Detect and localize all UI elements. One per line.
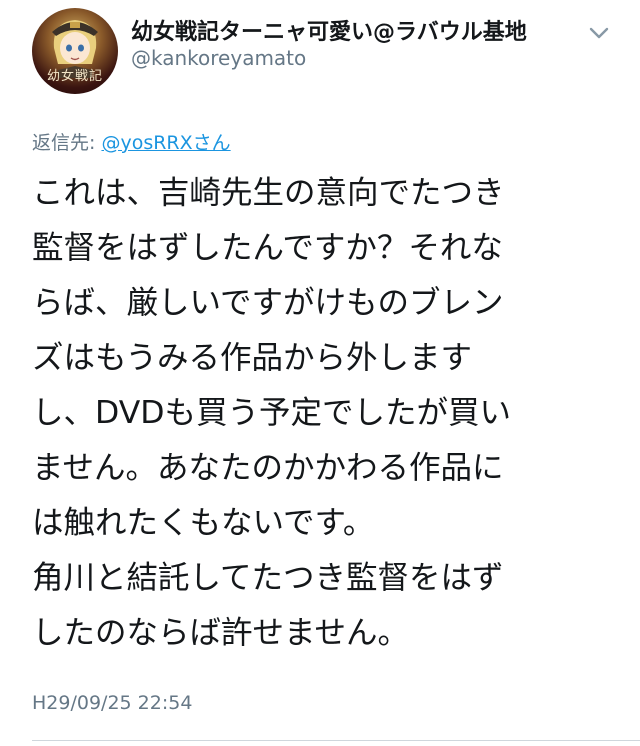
tweet-text-line: ません。あなたのかかわる作品に <box>32 450 504 486</box>
tweet-text: これは、吉崎先生の意向でたつき 監督をはずしたんですか？それな らば、厳しいです… <box>32 166 622 661</box>
tweet-timestamp[interactable]: H29/09/25 22:54 <box>32 692 192 714</box>
tweet-text-line: したのならば許せません。 <box>32 615 410 651</box>
tweet-text-line: し、DVDも買う予定でしたが買い <box>32 395 512 431</box>
reply-to-label: 返信先: <box>32 132 102 154</box>
tweet-text-line: らば、厳しいですがけものブレン <box>32 285 504 321</box>
tweet-text-line: 角川と結託してたつき監督をはず <box>32 560 504 596</box>
avatar-caption: 幼女戦記 <box>46 69 103 84</box>
tweet-text-line: 監督をはずしたんですか？それな <box>32 230 503 266</box>
display-name[interactable]: 幼女戦記ターニャ可愛い@ラバウル基地 <box>131 14 527 46</box>
chevron-down-icon[interactable] <box>586 20 612 46</box>
divider <box>32 740 640 741</box>
avatar[interactable]: 幼女戦記 <box>32 8 118 94</box>
tweet-text-line: ズはもうみる作品から外します <box>32 340 473 376</box>
tweet: 幼女戦記 幼女戦記ターニャ可愛い@ラバウル基地 @kankoreyamato 返… <box>0 0 640 746</box>
user-handle[interactable]: @kankoreyamato <box>131 46 306 70</box>
tweet-text-line: は触れたくもないです。 <box>32 505 375 541</box>
tweet-text-line: これは、吉崎先生の意向でたつき <box>32 175 505 211</box>
reply-to: 返信先: @yosRRXさん <box>32 128 231 155</box>
reply-to-link[interactable]: @yosRRXさん <box>101 132 230 154</box>
